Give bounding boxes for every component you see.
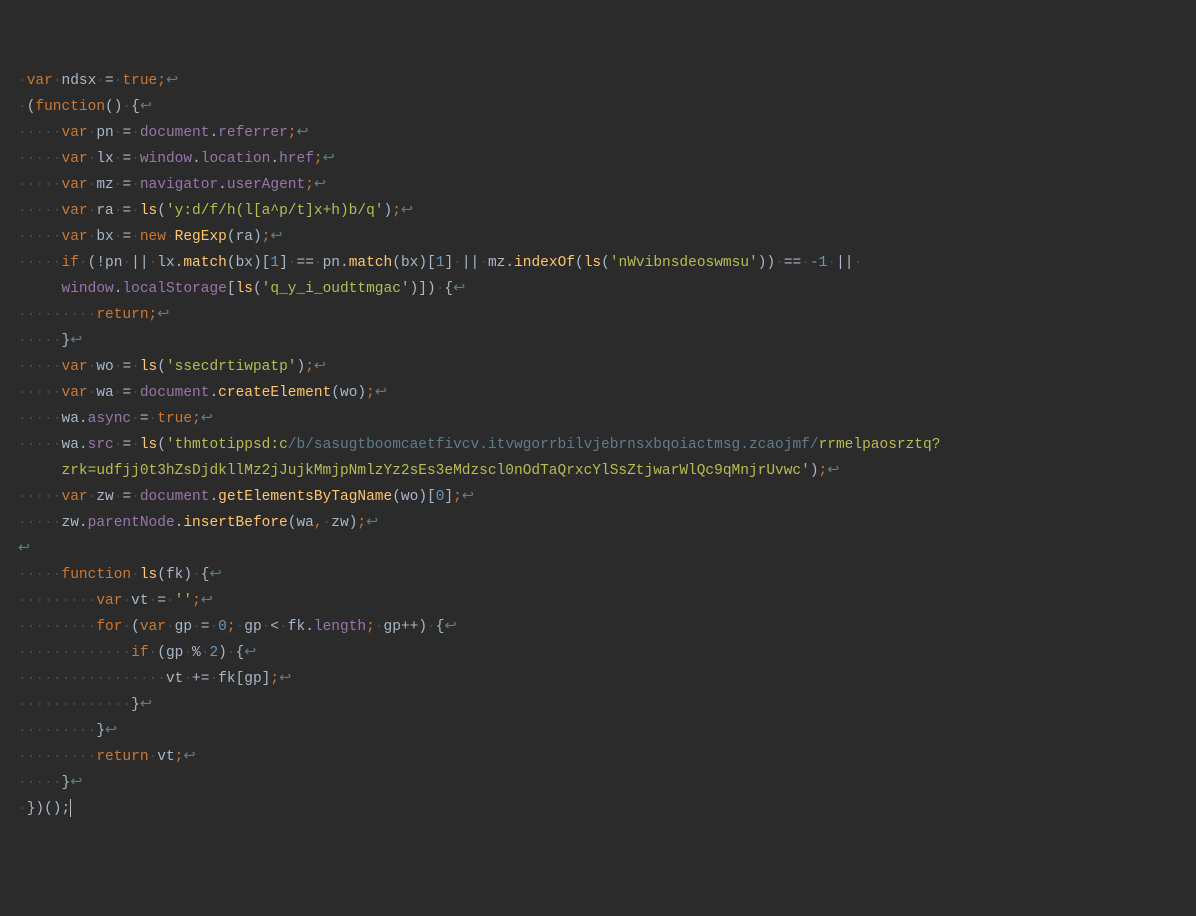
code-editor: ·var·ndsx·=·true;↩ ·(function()·{↩ ·····… <box>18 68 1178 822</box>
